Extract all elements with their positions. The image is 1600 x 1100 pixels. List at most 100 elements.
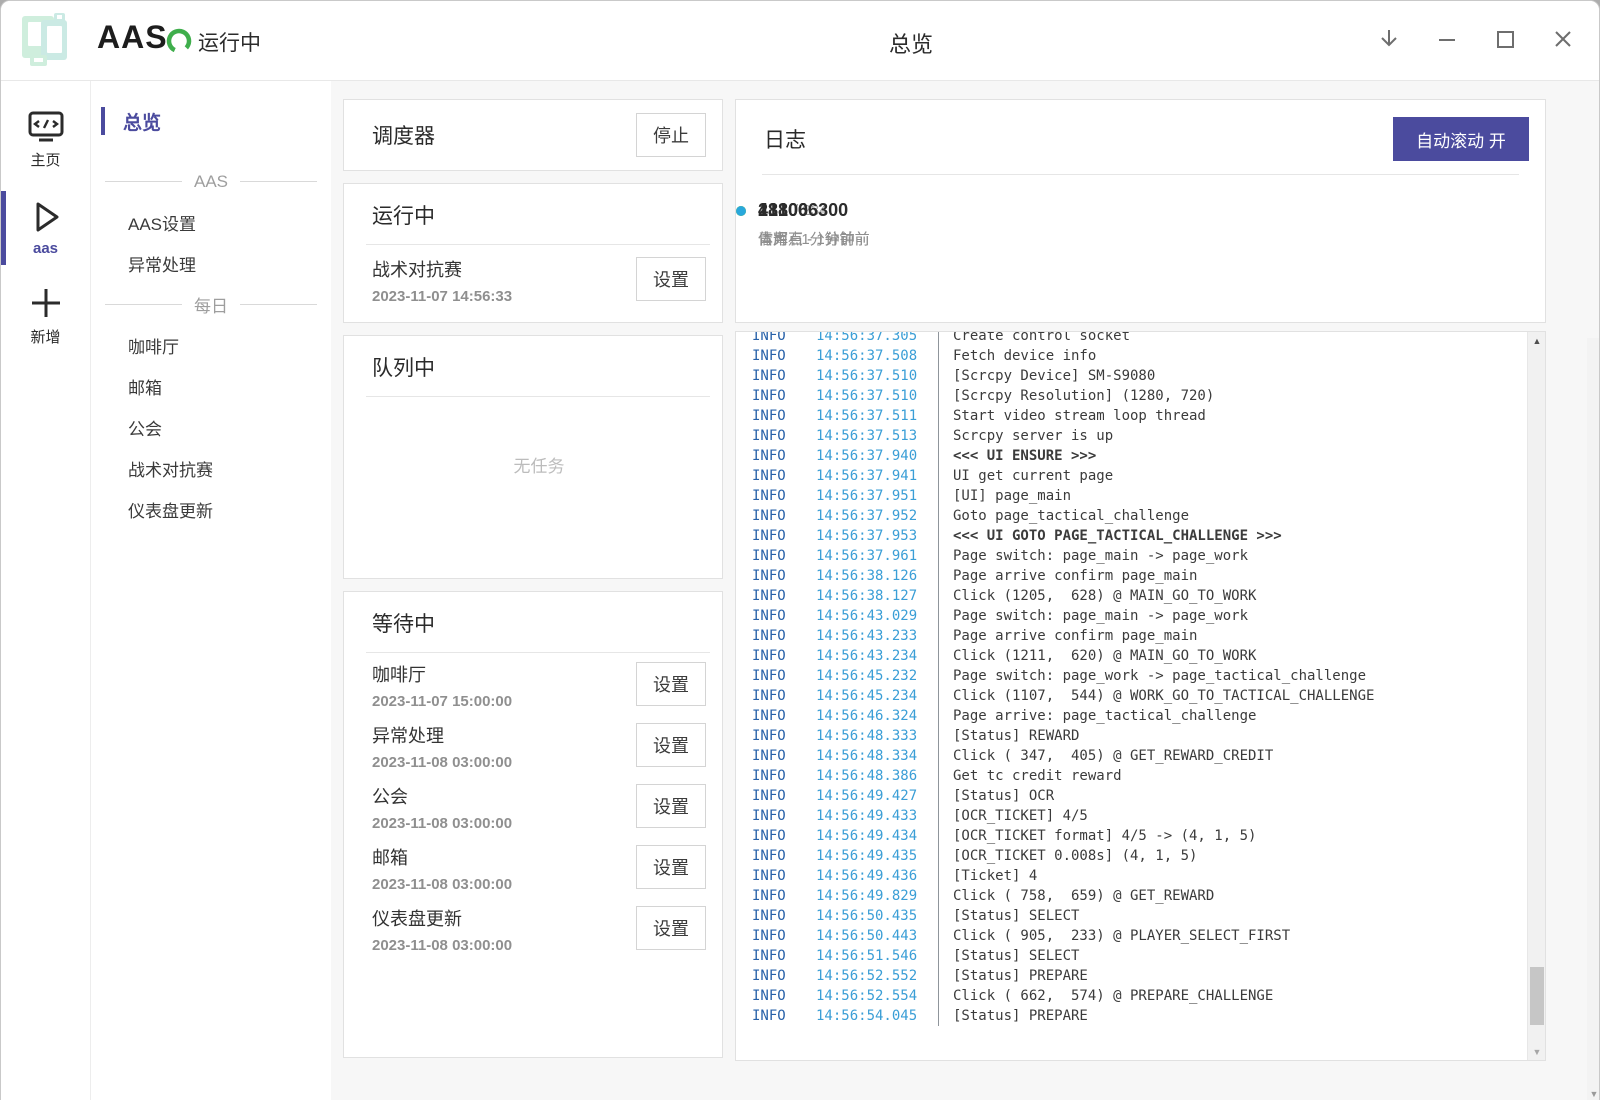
log-message: Page arrive: page_tactical_challenge <box>938 706 1256 726</box>
task-settings-button[interactable]: 设置 <box>636 845 706 889</box>
log-message: <<< UI ENSURE >>> <box>938 446 1096 466</box>
nav-item-label: 主页 <box>30 149 60 170</box>
nav-item-label: aas <box>33 240 58 257</box>
autoscroll-toggle-button[interactable]: 自动滚动 开 <box>1393 117 1529 161</box>
app-window: AAS 运行中 总览 <box>0 0 1600 1100</box>
waiting-panel: 等待中 咖啡厅 2023-11-07 15:00:00 设置 异常处理 2023… <box>343 591 723 1058</box>
log-level: INFO <box>736 506 816 526</box>
log-timestamp: 14:56:37.513 <box>816 426 938 446</box>
log-timestamp: 14:56:37.953 <box>816 526 938 546</box>
scroll-down-arrow-icon[interactable]: ▼ <box>1528 1043 1546 1060</box>
log-timestamp: 14:56:38.126 <box>816 566 938 586</box>
log-level: INFO <box>736 666 816 686</box>
waiting-task-list: 咖啡厅 2023-11-07 15:00:00 设置 异常处理 2023-11-… <box>372 653 706 958</box>
maximize-icon[interactable] <box>1487 21 1523 57</box>
log-level: INFO <box>736 686 816 706</box>
nav-item-aas[interactable]: aas <box>1 187 90 269</box>
log-message: <<< UI GOTO PAGE_TACTICAL_CHALLENGE >>> <box>938 526 1282 546</box>
nav-item-label: 新增 <box>30 326 60 347</box>
play-icon <box>28 199 64 235</box>
task-settings-button[interactable]: 设置 <box>636 723 706 767</box>
log-line: INFO 14:56:37.951 [UI] page_main <box>736 486 1545 506</box>
sidebar-item[interactable]: 邮箱 <box>91 366 331 407</box>
nav-item-home[interactable]: 主页 <box>1 99 90 181</box>
log-line: INFO 14:56:45.232 Page switch: page_work… <box>736 666 1545 686</box>
minimize-icon[interactable] <box>1429 21 1465 57</box>
log-scrollbar[interactable]: ▲ ▼ <box>1527 332 1545 1060</box>
log-level: INFO <box>736 926 816 946</box>
log-timestamp: 14:56:48.333 <box>816 726 938 746</box>
task-settings-button[interactable]: 设置 <box>636 784 706 828</box>
sidebar-item-label: 仪表盘更新 <box>128 497 213 522</box>
nav-item-add[interactable]: 新增 <box>1 275 90 357</box>
log-level: INFO <box>736 826 816 846</box>
log-timestamp: 14:56:49.436 <box>816 866 938 886</box>
log-level: INFO <box>736 766 816 786</box>
log-line: INFO 14:56:37.953 <<< UI GOTO PAGE_TACTI… <box>736 526 1545 546</box>
running-title: 运行中 <box>372 200 706 230</box>
log-line: INFO 14:56:43.234 Click (1211, 620) @ MA… <box>736 646 1545 666</box>
titlebar: AAS 运行中 总览 <box>1 1 1600 81</box>
log-timestamp: 14:56:48.386 <box>816 766 938 786</box>
sidebar-item-label: 战术对抗赛 <box>128 456 213 481</box>
sidebar-item[interactable]: 公会 <box>91 407 331 448</box>
log-line: INFO 14:56:50.443 Click ( 905, 233) @ PL… <box>736 926 1545 946</box>
log-message: [OCR_TICKET 0.008s] (4, 1, 5) <box>938 846 1197 866</box>
resource-stat: 43106 青辉石 - 1分钟前 <box>736 200 870 249</box>
sidebar-item[interactable]: 异常处理 <box>91 243 331 284</box>
log-level: INFO <box>736 406 816 426</box>
scrollbar-thumb[interactable] <box>1530 967 1544 1025</box>
log-level: INFO <box>736 426 816 446</box>
log-timestamp: 14:56:43.233 <box>816 626 938 646</box>
sidebar-item-label: 邮箱 <box>128 374 162 399</box>
log-line: INFO 14:56:37.952 Goto page_tactical_cha… <box>736 506 1545 526</box>
log-line: INFO 14:56:50.435 [Status] SELECT <box>736 906 1545 926</box>
log-line: INFO 14:56:54.045 [Status] PREPARE <box>736 1006 1545 1026</box>
log-level: INFO <box>736 526 816 546</box>
log-message: Goto page_tactical_challenge <box>938 506 1189 526</box>
task-name: 邮箱 <box>372 845 512 871</box>
sidebar-item-overview[interactable]: 总览 <box>91 104 331 138</box>
task-settings-button[interactable]: 设置 <box>636 257 706 301</box>
close-icon[interactable] <box>1545 21 1581 57</box>
task-time: 2023-11-08 03:00:00 <box>372 813 512 834</box>
log-message: Click ( 758, 659) @ GET_REWARD <box>938 886 1214 906</box>
log-level: INFO <box>736 466 816 486</box>
app-name: AAS <box>97 19 168 56</box>
task-settings-button[interactable]: 设置 <box>636 906 706 950</box>
log-level: INFO <box>736 986 816 1006</box>
download-icon[interactable] <box>1371 21 1407 57</box>
log-line: INFO 14:56:49.829 Click ( 758, 659) @ GE… <box>736 886 1545 906</box>
log-line: INFO 14:56:49.435 [OCR_TICKET 0.008s] (4… <box>736 846 1545 866</box>
running-panel: 运行中 战术对抗赛 2023-11-07 14:56:33 设置 <box>343 183 723 323</box>
running-spinner-icon <box>165 27 193 55</box>
log-level: INFO <box>736 966 816 986</box>
log-level: INFO <box>736 846 816 866</box>
log-level: INFO <box>736 366 816 386</box>
sidebar-item[interactable]: 战术对抗赛 <box>91 448 331 489</box>
log-timestamp: 14:56:46.324 <box>816 706 938 726</box>
log-message: [Status] SELECT <box>938 906 1079 926</box>
log-line: INFO 14:56:43.029 Page switch: page_main… <box>736 606 1545 626</box>
window-scrollbar[interactable]: ▼ <box>1587 338 1600 1100</box>
log-title: 日志 <box>764 124 806 154</box>
divider <box>366 396 710 397</box>
scroll-up-arrow-icon[interactable]: ▲ <box>1528 332 1546 349</box>
task-time: 2023-11-07 14:56:33 <box>372 286 512 307</box>
log-level: INFO <box>736 726 816 746</box>
log-lines: INFO 14:56:37.305 Create control socket … <box>736 331 1545 1026</box>
log-timestamp: 14:56:37.510 <box>816 366 938 386</box>
log-line: INFO 14:56:37.508 Fetch device info <box>736 346 1545 366</box>
stat-dot-icon <box>736 206 746 216</box>
sidebar-item[interactable]: 仪表盘更新 <box>91 489 331 530</box>
stat-value: 43106 <box>758 200 808 221</box>
waiting-task: 仪表盘更新 2023-11-08 03:00:00 设置 <box>372 897 706 958</box>
log-viewer[interactable]: INFO 14:56:37.305 Create control socket … <box>735 331 1546 1061</box>
stop-button[interactable]: 停止 <box>636 113 706 157</box>
scroll-down-arrow-icon[interactable]: ▼ <box>1587 1089 1600 1099</box>
sidebar-item[interactable]: 咖啡厅 <box>91 325 331 366</box>
task-settings-button[interactable]: 设置 <box>636 662 706 706</box>
log-level: INFO <box>736 646 816 666</box>
running-task: 战术对抗赛 2023-11-07 14:56:33 设置 <box>372 245 706 307</box>
sidebar-item[interactable]: AAS设置 <box>91 202 331 243</box>
